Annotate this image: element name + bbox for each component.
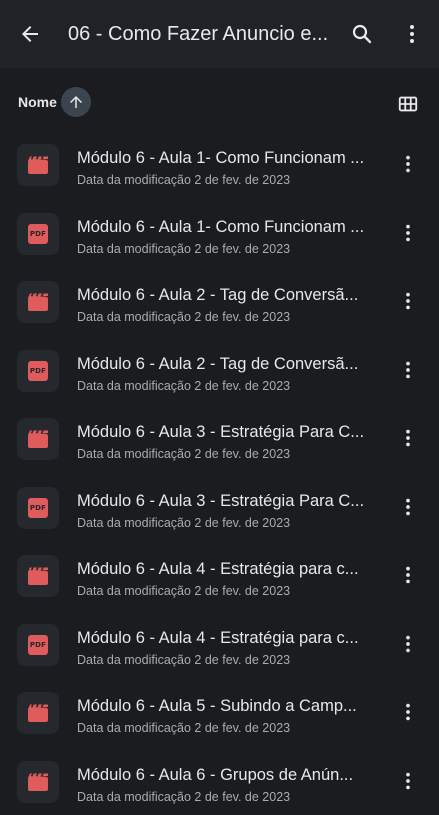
file-row[interactable]: Módulo 6 - Aula 4 - Estratégia para c...… <box>0 541 439 610</box>
file-modified-date: Data da modificação 2 de fev. de 2023 <box>77 241 290 257</box>
video-file-icon <box>27 772 49 792</box>
file-thumbnail: PDF <box>17 350 59 392</box>
overflow-menu-button[interactable] <box>398 20 426 48</box>
file-modified-date: Data da modificação 2 de fev. de 2023 <box>77 309 290 325</box>
sort-bar: Nome <box>0 68 439 138</box>
video-file-icon <box>27 155 49 175</box>
file-modified-date: Data da modificação 2 de fev. de 2023 <box>77 446 290 462</box>
file-name: Módulo 6 - Aula 1- Como Funcionam ... <box>77 216 377 238</box>
grid-view-icon <box>397 93 419 115</box>
file-thumbnail <box>17 144 59 186</box>
file-modified-date: Data da modificação 2 de fev. de 2023 <box>77 172 290 188</box>
file-name: Módulo 6 - Aula 6 - Grupos de Anún... <box>77 764 377 786</box>
video-file-icon <box>27 429 49 449</box>
pdf-icon: PDF <box>28 498 48 518</box>
file-thumbnail <box>17 281 59 323</box>
file-thumbnail <box>17 692 59 734</box>
file-more-button[interactable] <box>396 152 420 176</box>
file-name: Módulo 6 - Aula 3 - Estratégia Para C... <box>77 421 377 443</box>
top-app-bar: 06 - Como Fazer Anuncio e... <box>0 0 439 68</box>
file-name: Módulo 6 - Aula 4 - Estratégia para c... <box>77 627 377 649</box>
file-more-button[interactable] <box>396 700 420 724</box>
file-thumbnail: PDF <box>17 213 59 255</box>
arrow-up-icon <box>67 93 85 111</box>
more-vertical-icon <box>397 770 419 792</box>
file-thumbnail: PDF <box>17 487 59 529</box>
pdf-icon: PDF <box>28 361 48 381</box>
file-name: Módulo 6 - Aula 4 - Estratégia para c... <box>77 558 377 580</box>
file-thumbnail <box>17 761 59 803</box>
sort-label[interactable]: Nome <box>18 94 57 110</box>
file-more-button[interactable] <box>396 358 420 382</box>
file-row[interactable]: PDF Módulo 6 - Aula 2 - Tag de Conversã.… <box>0 336 439 405</box>
file-more-button[interactable] <box>396 289 420 313</box>
video-file-icon <box>27 566 49 586</box>
search-icon <box>350 22 374 46</box>
sort-direction-button[interactable] <box>61 87 91 117</box>
file-name: Módulo 6 - Aula 1- Como Funcionam ... <box>77 147 377 169</box>
file-row[interactable]: Módulo 6 - Aula 1- Como Funcionam ... Da… <box>0 130 439 199</box>
search-button[interactable] <box>348 20 376 48</box>
file-thumbnail <box>17 555 59 597</box>
file-row[interactable]: PDF Módulo 6 - Aula 3 - Estratégia Para … <box>0 473 439 542</box>
video-file-icon <box>27 703 49 723</box>
file-modified-date: Data da modificação 2 de fev. de 2023 <box>77 720 290 736</box>
file-more-button[interactable] <box>396 426 420 450</box>
file-thumbnail: PDF <box>17 624 59 666</box>
file-more-button[interactable] <box>396 221 420 245</box>
file-row[interactable]: PDF Módulo 6 - Aula 4 - Estratégia para … <box>0 610 439 679</box>
file-modified-date: Data da modificação 2 de fev. de 2023 <box>77 789 290 805</box>
file-modified-date: Data da modificação 2 de fev. de 2023 <box>77 378 290 394</box>
file-name: Módulo 6 - Aula 5 - Subindo a Camp... <box>77 695 377 717</box>
file-more-button[interactable] <box>396 632 420 656</box>
file-more-button[interactable] <box>396 495 420 519</box>
more-vertical-icon <box>400 22 424 46</box>
more-vertical-icon <box>397 427 419 449</box>
file-thumbnail <box>17 418 59 460</box>
more-vertical-icon <box>397 496 419 518</box>
file-row[interactable]: PDF Módulo 6 - Aula 1- Como Funcionam ..… <box>0 199 439 268</box>
file-row[interactable]: Módulo 6 - Aula 2 - Tag de Conversã... D… <box>0 267 439 336</box>
file-modified-date: Data da modificação 2 de fev. de 2023 <box>77 515 290 531</box>
file-more-button[interactable] <box>396 563 420 587</box>
more-vertical-icon <box>397 290 419 312</box>
grid-view-button[interactable] <box>396 92 420 116</box>
more-vertical-icon <box>397 633 419 655</box>
file-list: Módulo 6 - Aula 1- Como Funcionam ... Da… <box>0 130 439 815</box>
more-vertical-icon <box>397 359 419 381</box>
arrow-left-icon <box>18 22 42 46</box>
file-name: Módulo 6 - Aula 2 - Tag de Conversã... <box>77 353 377 375</box>
file-row[interactable]: Módulo 6 - Aula 6 - Grupos de Anún... Da… <box>0 747 439 815</box>
file-modified-date: Data da modificação 2 de fev. de 2023 <box>77 583 290 599</box>
file-row[interactable]: Módulo 6 - Aula 3 - Estratégia Para C...… <box>0 404 439 473</box>
folder-title: 06 - Como Fazer Anuncio e... <box>68 21 330 47</box>
more-vertical-icon <box>397 222 419 244</box>
more-vertical-icon <box>397 153 419 175</box>
back-button[interactable] <box>16 20 44 48</box>
file-name: Módulo 6 - Aula 2 - Tag de Conversã... <box>77 284 377 306</box>
file-more-button[interactable] <box>396 769 420 793</box>
video-file-icon <box>27 292 49 312</box>
more-vertical-icon <box>397 564 419 586</box>
more-vertical-icon <box>397 701 419 723</box>
file-name: Módulo 6 - Aula 3 - Estratégia Para C... <box>77 490 377 512</box>
file-modified-date: Data da modificação 2 de fev. de 2023 <box>77 652 290 668</box>
file-row[interactable]: Módulo 6 - Aula 5 - Subindo a Camp... Da… <box>0 678 439 747</box>
pdf-icon: PDF <box>28 635 48 655</box>
pdf-icon: PDF <box>28 224 48 244</box>
